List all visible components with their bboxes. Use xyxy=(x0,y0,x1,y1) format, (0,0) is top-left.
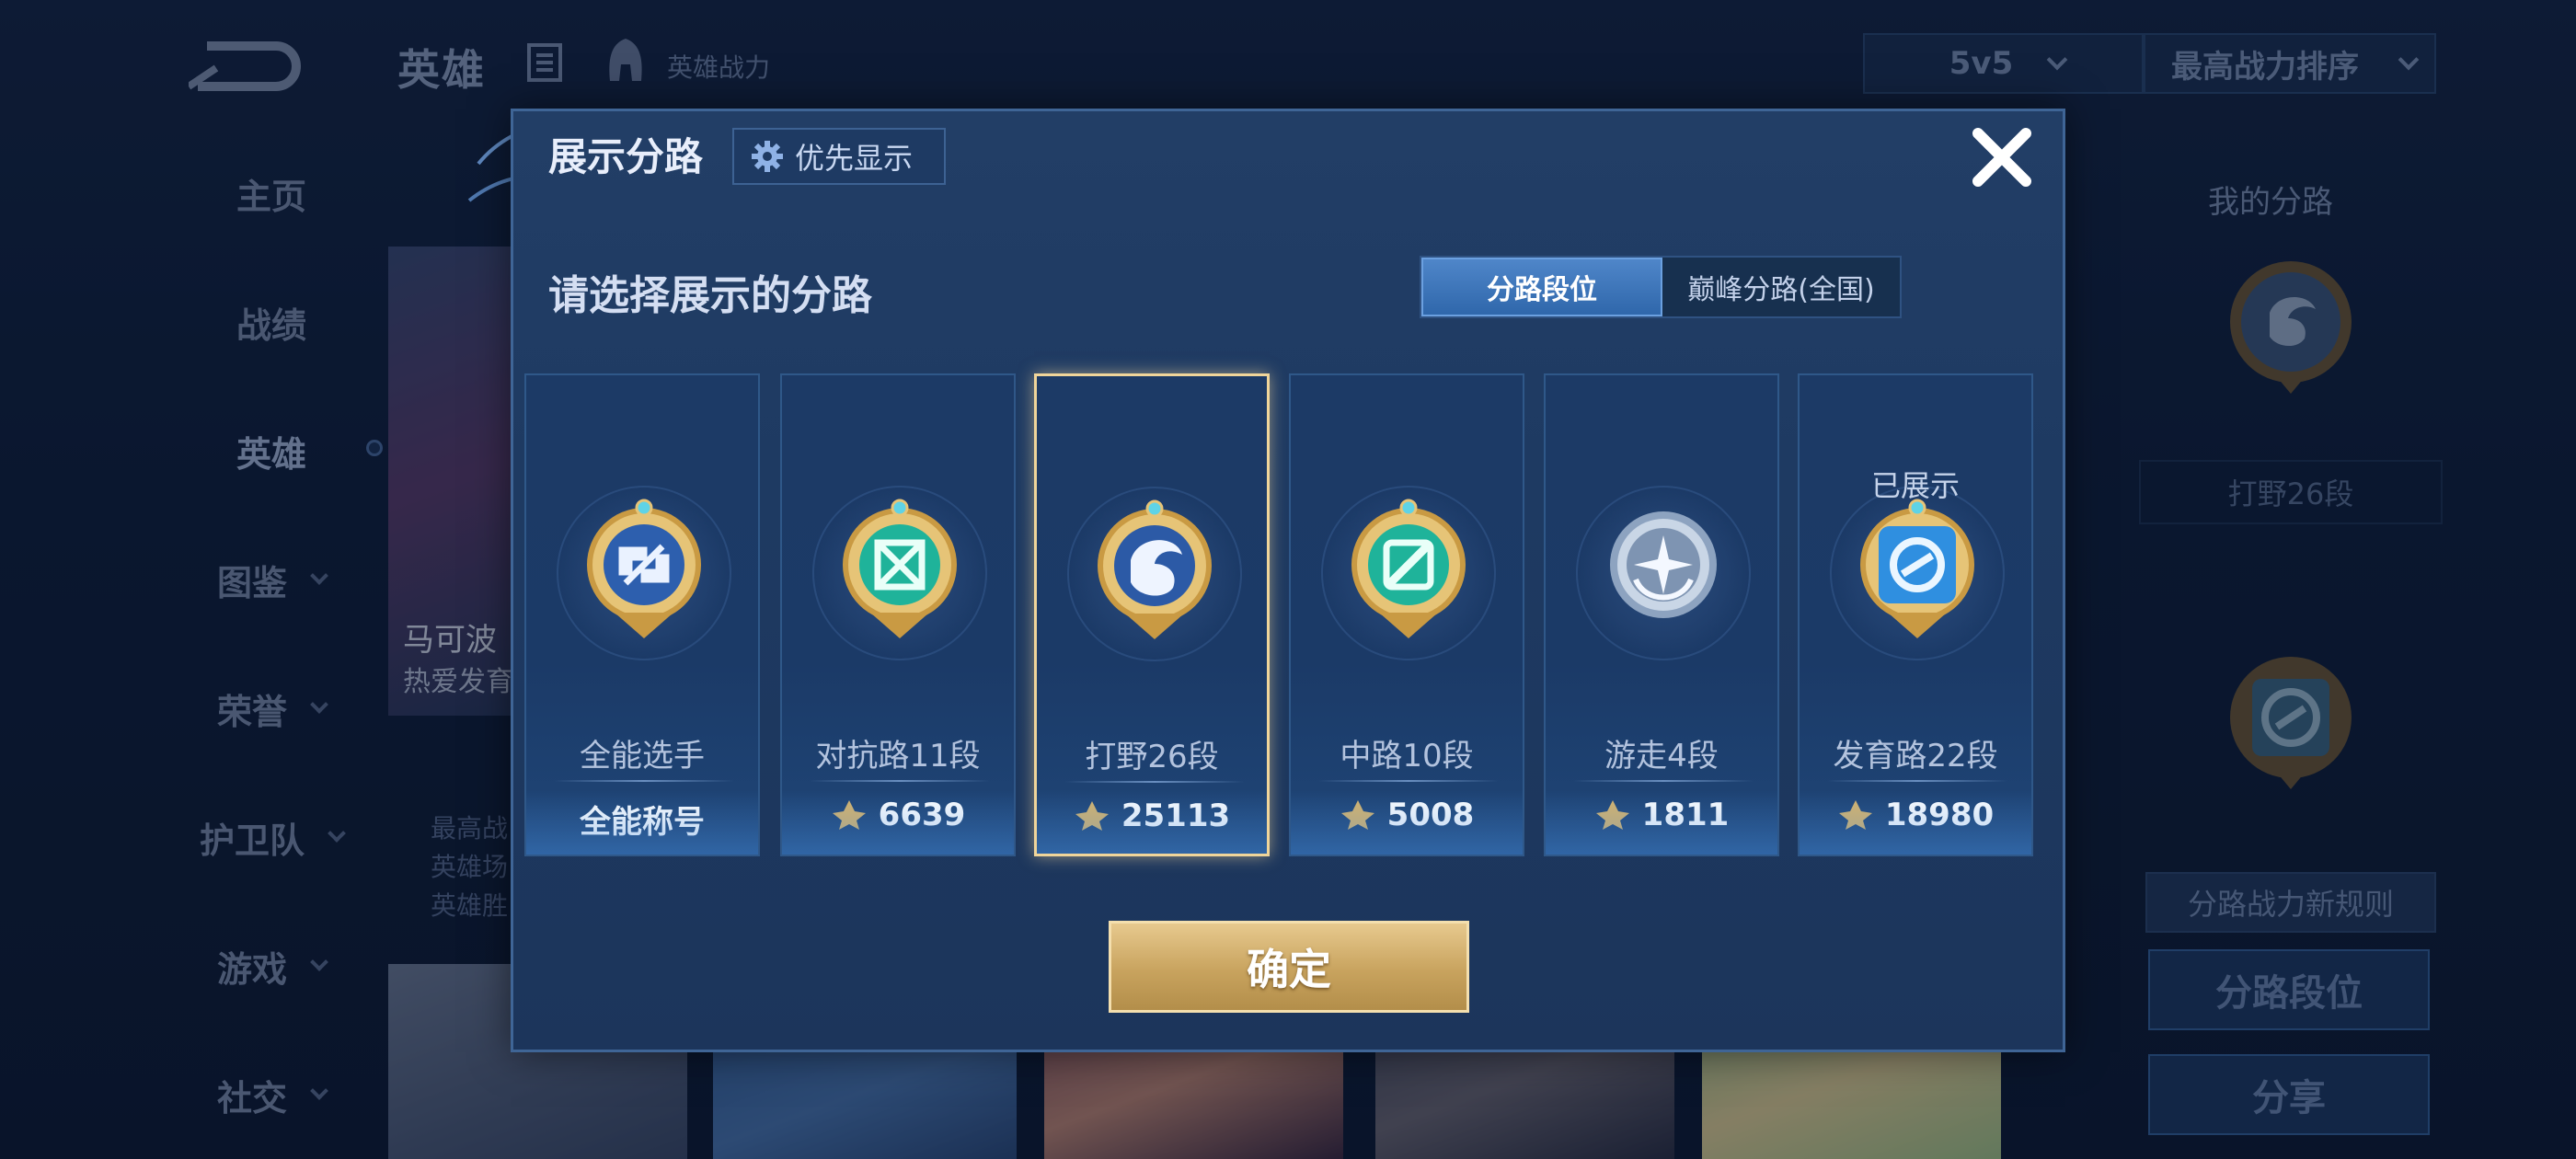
confirm-button[interactable]: 确定 xyxy=(1109,921,1469,1013)
tab-lane-rank[interactable]: 分路段位 xyxy=(1421,258,1662,316)
farm-lane-badge-icon xyxy=(1860,499,1974,638)
select-prompt: 请选择展示的分路 xyxy=(548,272,872,319)
lane-card[interactable]: 已展示发育路22段18980 xyxy=(1798,373,2033,856)
close-icon[interactable] xyxy=(1967,122,2037,192)
priority-display-label: 优先显示 xyxy=(795,141,914,176)
lane-name: 发育路22段 xyxy=(1833,738,1998,775)
displayed-label: 已展示 xyxy=(1870,468,1960,503)
card-divider xyxy=(810,780,990,782)
card-glow xyxy=(1037,789,1267,854)
jungle-badge-icon xyxy=(1098,499,1212,639)
lane-name: 打野26段 xyxy=(1085,739,1219,775)
lane-display-dialog: 展示分路 优先显示 请选择展示的分路 分路段位 巅峰分路(全国) 全能选手全能称… xyxy=(511,109,2065,1052)
card-glow xyxy=(1291,790,1523,855)
tab-peak-lane[interactable]: 巅峰分路(全国) xyxy=(1662,258,1900,316)
card-glow xyxy=(1546,790,1777,855)
lane-card[interactable]: 对抗路11段6639 xyxy=(780,373,1016,856)
lane-name: 全能选手 xyxy=(580,738,705,775)
lane-name: 游走4段 xyxy=(1604,738,1719,775)
card-glow xyxy=(1800,790,2031,855)
lane-card[interactable]: 打野26段25113 xyxy=(1034,373,1270,856)
card-divider xyxy=(1064,781,1245,783)
card-divider xyxy=(1827,780,2007,782)
gear-icon xyxy=(752,141,783,172)
all-round-badge-icon xyxy=(587,499,701,638)
mid-lane-badge-icon xyxy=(1351,499,1466,638)
roam-badge-icon xyxy=(1610,511,1717,618)
card-divider xyxy=(1318,780,1499,782)
priority-display-button[interactable]: 优先显示 xyxy=(732,128,946,185)
lane-card[interactable]: 游走4段1811 xyxy=(1544,373,1779,856)
lane-name: 中路10段 xyxy=(1340,738,1474,775)
card-glow xyxy=(526,790,758,855)
card-divider xyxy=(1573,780,1754,782)
lane-tab-group: 分路段位 巅峰分路(全国) xyxy=(1420,256,1902,318)
card-glow xyxy=(782,790,1014,855)
dialog-title: 展示分路 xyxy=(548,134,704,179)
lane-card[interactable]: 中路10段5008 xyxy=(1289,373,1524,856)
lane-name: 对抗路11段 xyxy=(815,738,981,775)
clash-lane-badge-icon xyxy=(843,499,957,638)
card-divider xyxy=(554,780,734,782)
lane-card[interactable]: 全能选手全能称号 xyxy=(524,373,760,856)
